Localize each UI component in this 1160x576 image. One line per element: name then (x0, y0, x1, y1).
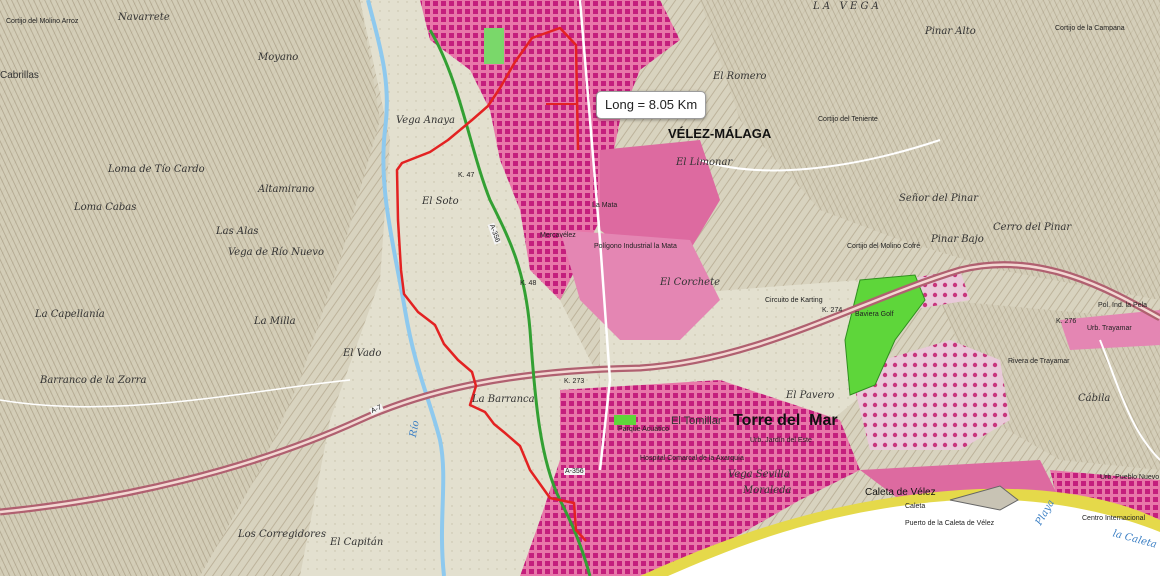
label-cabrillas: Cabrillas (0, 70, 39, 81)
label-el-corchete: El Corchete (660, 277, 721, 288)
label-k273: K. 273 (564, 378, 585, 385)
topographic-map[interactable]: VÉLEZ-MÁLAGA Torre del Mar L A V E G A C… (0, 0, 1160, 576)
label-cortijo-campana: Cortijo de la Campana (1055, 25, 1125, 32)
label-el-capitan: El Capitán (330, 537, 384, 548)
label-la-vega: L A V E G A (813, 1, 879, 12)
label-vega-rio-nuevo: Vega de Río Nuevo (228, 247, 324, 258)
label-loma-tio-cardo: Loma de Tío Cardo (108, 164, 205, 175)
label-el-romero: El Romero (713, 71, 767, 82)
parque-acuatico-area (614, 415, 636, 425)
label-altamirano: Altamirano (258, 184, 315, 195)
label-cortijo-molino-arroz: Cortijo del Molino Arroz (6, 18, 79, 25)
label-el-tomillar: El Tomillar (671, 415, 722, 427)
label-senor-del-pinar: Señor del Pinar (899, 193, 978, 204)
label-velez-malaga: VÉLEZ-MÁLAGA (668, 126, 772, 141)
label-k276: K. 276 (1056, 318, 1077, 325)
label-baviera-golf: Baviera Golf (855, 311, 894, 318)
label-urb-jardin-este: Urb. Jardín del Este (750, 437, 812, 444)
distance-tooltip: Long = 8.05 Km (596, 91, 707, 119)
label-loma-cabas: Loma Cabas (74, 202, 137, 213)
label-cabila: Cábila (1078, 393, 1111, 404)
label-la-capellania: La Capellanía (35, 309, 105, 320)
label-cortijo-teniente: Cortijo del Teniente (818, 116, 878, 123)
label-parque-acuatico: Parque Acuático (618, 426, 669, 433)
label-pinar-alto: Pinar Alto (925, 26, 976, 37)
label-pol-la-pela: Pol. Ind. la Pela (1098, 302, 1148, 309)
label-puerto: Puerto de la Caleta de Vélez (905, 520, 995, 527)
label-urb-trayamar: Urb. Trayamar (1087, 325, 1132, 332)
label-rivera-trayamar: Rivera de Trayamar (1008, 358, 1070, 365)
label-navarrete: Navarrete (118, 12, 170, 23)
label-road-a356-south: A-356 (564, 468, 585, 475)
label-cortijo-molino: Cortijo del Molino Cofré (847, 243, 921, 250)
label-las-alas: Las Alas (216, 226, 259, 237)
label-el-soto: El Soto (422, 196, 459, 207)
label-cerro-del-pinar: Cerro del Pinar (993, 222, 1072, 233)
label-k48: K. 48 (520, 280, 537, 287)
label-moyano: Moyano (258, 52, 299, 63)
label-hospital: Hospital Comarcal de la Axarquía (640, 455, 744, 462)
label-torre-del-mar: Torre del Mar (733, 412, 838, 429)
label-el-vado: El Vado (343, 348, 382, 359)
label-el-pavero: El Pavero (786, 390, 835, 401)
label-la-barranca: La Barranca (472, 394, 535, 405)
label-urb-pueblo-nuevo: Urb. Pueblo Nuevo (1100, 474, 1160, 481)
label-la-mata: La Mata (592, 202, 618, 209)
label-centro-internacional: Centro Internacional (1082, 515, 1146, 522)
label-el-limonar: El Limonar (676, 157, 733, 168)
label-vega-sevilla: Vega Sevilla (728, 469, 790, 480)
label-pinar-bajo: Pinar Bajo (931, 234, 984, 245)
label-poligono: Polígono Industrial la Mata (594, 243, 677, 250)
label-la-milla: La Milla (254, 316, 296, 327)
label-vega-anaya: Vega Anaya (396, 115, 455, 126)
label-caleta-small: Caleta (905, 503, 926, 510)
label-circuito: Circuito de Karting (765, 297, 823, 304)
park-green (484, 28, 504, 64)
label-los-corregidores: Los Corregidores (238, 529, 326, 540)
map-canvas[interactable] (0, 0, 1160, 576)
label-k47: K. 47 (458, 172, 475, 179)
label-barranco-zorra: Barranco de la Zorra (40, 375, 147, 386)
label-mercavelez: Mercavélez (540, 232, 576, 239)
label-moraleda: Moraleda (743, 485, 792, 496)
label-caleta-de-velez: Caleta de Vélez (865, 487, 936, 498)
label-k274: K. 274 (822, 307, 843, 314)
